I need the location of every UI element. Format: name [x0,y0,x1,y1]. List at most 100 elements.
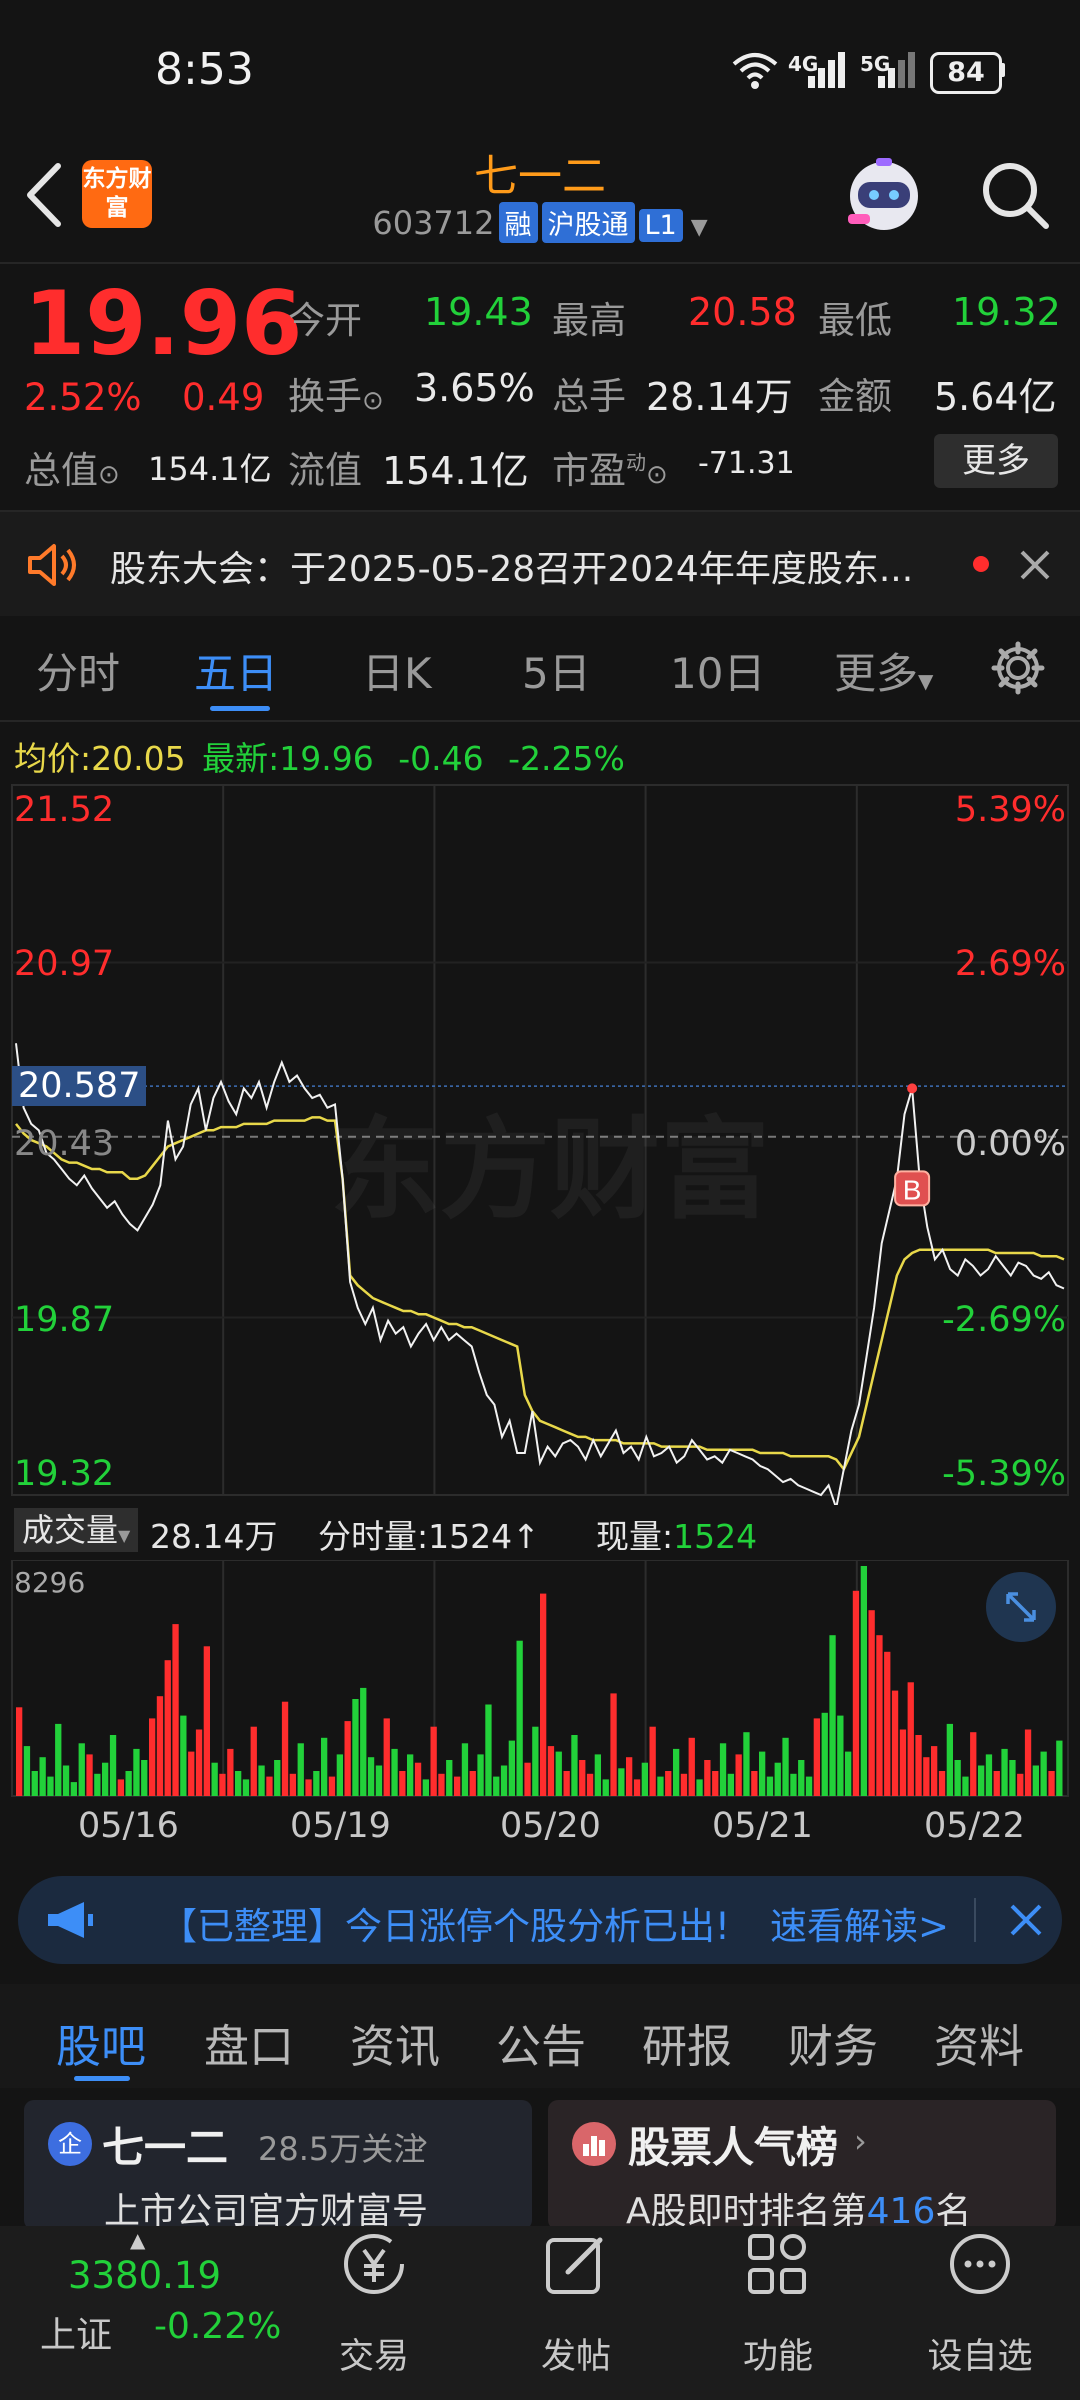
volume-bar [266,1776,273,1796]
volume-bar [641,1762,648,1796]
volume-bar [360,1687,367,1796]
volume-bar [414,1762,422,1796]
volume-bar [1048,1771,1055,1796]
index-change[interactable]: -0.22% [154,2306,281,2347]
volume-bar [281,1701,289,1796]
y-tick-low: 19.87 [14,1300,115,1340]
volume-bar [586,1773,594,1796]
current-volume-value: 1524 [673,1517,758,1556]
company-account-card[interactable]: 企 七一二 28.5万关注 › 上市公司官方财富号 [24,2100,532,2232]
volume-dropdown-label: 成交量 [22,1511,119,1549]
tab-research[interactable]: 研报 [642,2010,732,2075]
peak-marker [907,1083,918,1094]
pct-tick-low: -2.69% [942,1300,1066,1340]
volume-bar [524,1762,531,1796]
volume-bar [250,1726,257,1796]
nav-post[interactable]: 发帖 [496,2328,656,2379]
high-value: 20.58 [688,290,797,334]
y-tick-high: 20.97 [14,944,115,984]
tab-5-day-k[interactable]: 5日 [522,640,591,701]
robot-assistant-icon[interactable] [842,152,932,237]
functions-grid-icon[interactable] [742,2228,814,2300]
volume-bar [1009,1760,1016,1796]
tab-profile[interactable]: 资料 [934,2010,1024,2075]
rank-card-title: 股票人气榜 [628,2123,839,2172]
volume-bar [195,1729,203,1796]
popularity-rank-card[interactable]: 股票人气榜 › A股即时排名第416名 [548,2100,1056,2232]
watermark: 东方财富 [330,1106,770,1234]
tab-forum[interactable]: 股吧 [56,2010,146,2075]
volume-bar [47,1776,54,1796]
volume-bar [970,1732,977,1796]
tab-order-book[interactable]: 盘口 [204,2010,294,2075]
volume-bar [86,1754,93,1796]
followers-count: 28.5万关注 [258,2130,426,2168]
pct-tick-max: 5.39% [954,790,1066,830]
caret-down-icon: ▼ [118,1526,131,1545]
search-icon[interactable] [980,160,1050,232]
volume-bar [344,1721,351,1796]
tab-daily-k[interactable]: 日K [362,640,432,701]
volume-bar [673,1748,680,1796]
volume-bar [954,1760,961,1796]
nav-functions[interactable]: 功能 [698,2328,858,2379]
volume-bar [289,1773,296,1796]
volume-label: 总手 [552,375,626,418]
latest-label: 最新: [202,739,280,778]
caret-up-icon: ▲ [130,2228,146,2252]
expand-chart-button[interactable] [986,1572,1056,1642]
trade-icon[interactable] [338,2228,410,2300]
info-icon[interactable]: ⊙ [646,460,668,490]
volume-bar [94,1773,101,1796]
volume-bar [860,1566,867,1796]
volume-bar [235,1771,242,1796]
tab-news[interactable]: 资讯 [350,2010,440,2075]
promo-banner[interactable]: 【已整理】今日涨停个股分析已出! 速看解读> [18,1876,1062,1964]
volume-bar [422,1779,429,1796]
chevron-right-icon: › [416,2122,429,2160]
volume-bar [133,1748,140,1796]
market-cap-label-text: 总值 [24,449,98,492]
volume-bar [680,1773,688,1796]
pct-tick-zero: 0.00% [954,1124,1066,1164]
volume-bar [1032,1765,1039,1796]
volume-bar [602,1779,609,1796]
promo-link[interactable]: 速看解读> [770,1896,949,1950]
y-tick-max: 21.52 [14,790,115,830]
volume-bar [915,1735,922,1796]
info-icon[interactable]: ⊙ [98,460,120,490]
settings-gear-icon[interactable] [990,640,1046,696]
clock: 8:53 [155,44,254,95]
index-name[interactable]: 上证 [40,2306,112,2358]
tab-intraday[interactable]: 分时 [36,640,120,701]
notice-bar[interactable]: 股东大会：于2025-05-28召开2024年年度股东... [0,512,1080,616]
market-cap-value: 154.1亿 [148,450,272,488]
volume-bar [274,1760,281,1796]
y-tick-prev-close: 20.43 [14,1124,115,1164]
index-value[interactable]: 3380.19 [68,2254,221,2297]
tab-active-indicator [210,706,270,711]
volume-bar [555,1751,562,1796]
tab-announcements[interactable]: 公告 [496,2010,586,2075]
amount-value: 5.64亿 [934,375,1057,419]
volume-bar [164,1660,171,1796]
tab-10-day-k[interactable]: 10日 [670,640,765,701]
close-icon[interactable] [1008,1902,1044,1938]
volume-bar [297,1743,304,1796]
volume-bar [109,1735,117,1796]
tab-financials[interactable]: 财务 [788,2010,878,2075]
post-edit-icon[interactable] [540,2228,612,2300]
more-button[interactable]: 更多 [934,434,1058,488]
volume-indicator-dropdown[interactable]: 成交量▼ [14,1508,139,1552]
info-icon[interactable]: ⊙ [362,386,384,416]
nav-trade[interactable]: 交易 [294,2328,454,2379]
close-icon[interactable] [1018,548,1052,582]
tab-more[interactable]: 更多▼ [834,640,933,701]
volume-bar [923,1757,930,1796]
nav-add-watchlist[interactable]: 设自选 [900,2328,1060,2379]
volume-bar [610,1693,617,1796]
volume-bar [375,1765,383,1796]
latest-value: 19.96 [279,739,374,778]
tab-five-day[interactable]: 五日 [194,640,278,701]
add-watchlist-icon[interactable] [944,2228,1016,2300]
